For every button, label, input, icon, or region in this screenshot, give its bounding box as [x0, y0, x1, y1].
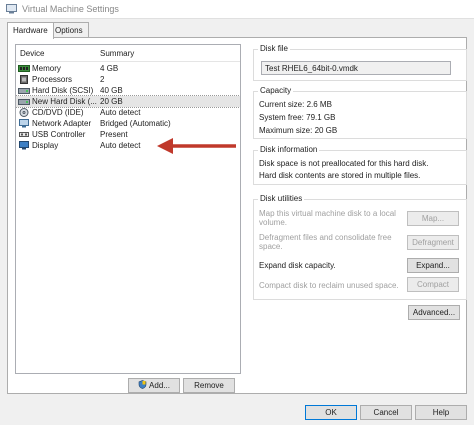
- disk-info-line-1: Disk space is not preallocated for this …: [259, 159, 429, 168]
- add-device-label: Add...: [149, 381, 170, 390]
- disk-information-label: Disk information: [258, 145, 320, 154]
- device-summary: Present: [100, 130, 128, 139]
- device-summary: 4 GB: [100, 64, 119, 73]
- tab-hardware[interactable]: Hardware: [7, 22, 54, 39]
- map-description-line-2: volume.: [259, 218, 288, 227]
- processor-icon: [20, 75, 28, 84]
- memory-icon: [18, 65, 30, 72]
- device-name: Display: [32, 141, 59, 150]
- device-row-processors[interactable]: Processors 2: [16, 74, 240, 85]
- device-name: New Hard Disk (...: [32, 97, 97, 106]
- disk-utilities-group: Disk utilities Map this virtual machine …: [253, 194, 467, 300]
- device-row-network-adapter[interactable]: Network Adapter Bridged (Automatic): [16, 118, 240, 129]
- cancel-button[interactable]: Cancel: [360, 405, 412, 420]
- defragment-button[interactable]: Defragment: [407, 235, 459, 250]
- hard-disk-icon: [18, 99, 30, 105]
- device-row-new-hard-disk[interactable]: New Hard Disk (... 20 GB: [16, 95, 240, 108]
- map-button[interactable]: Map...: [407, 211, 459, 226]
- network-adapter-icon: [19, 119, 29, 128]
- add-device-button[interactable]: Add...: [128, 378, 180, 393]
- system-free-text: System free: 79.1 GB: [259, 113, 336, 122]
- tab-options[interactable]: Options: [49, 22, 89, 38]
- uac-shield-icon: [138, 380, 147, 389]
- defragment-description-line-2: space.: [259, 242, 283, 251]
- display-icon: [19, 141, 29, 150]
- device-name: Memory: [32, 64, 61, 73]
- current-size-text: Current size: 2.6 MB: [259, 100, 332, 109]
- disk-utilities-label: Disk utilities: [258, 194, 305, 203]
- capacity-label: Capacity: [258, 86, 294, 95]
- device-row-hard-disk-scsi[interactable]: Hard Disk (SCSI) 40 GB: [16, 85, 240, 96]
- vmware-settings-icon: [6, 4, 17, 14]
- help-button[interactable]: Help: [415, 405, 467, 420]
- device-summary: 2: [100, 75, 105, 84]
- device-name: USB Controller: [32, 130, 86, 139]
- device-row-cd-dvd[interactable]: CD/DVD (IDE) Auto detect: [16, 107, 240, 118]
- defragment-description: Defragment files and consolidate free: [259, 233, 392, 242]
- device-summary: Auto detect: [100, 141, 141, 150]
- device-row-memory[interactable]: Memory 4 GB: [16, 63, 240, 74]
- device-summary: 20 GB: [100, 97, 123, 106]
- hardware-tab-panel: Device Summary Memory 4 GB Processors 2: [7, 37, 467, 394]
- cd-dvd-icon: [19, 108, 29, 117]
- disk-information-group: Disk information Disk space is not preal…: [253, 145, 467, 185]
- disk-info-line-2: Hard disk contents are stored in multipl…: [259, 171, 421, 180]
- title-bar: Virtual Machine Settings: [0, 0, 474, 19]
- dialog-footer: OK Cancel Help: [0, 396, 474, 425]
- device-list[interactable]: Device Summary Memory 4 GB Processors 2: [15, 44, 241, 374]
- disk-file-field[interactable]: Test RHEL6_64bit-0.vmdk: [261, 61, 451, 75]
- compact-button[interactable]: Compact: [407, 277, 459, 292]
- window-title: Virtual Machine Settings: [22, 4, 119, 14]
- column-header-summary[interactable]: Summary: [100, 49, 134, 58]
- compact-description: Compact disk to reclaim unused space.: [259, 281, 399, 290]
- device-name: Network Adapter: [32, 119, 92, 128]
- disk-file-group: Disk file Test RHEL6_64bit-0.vmdk: [253, 44, 467, 81]
- maximum-size-text: Maximum size: 20 GB: [259, 126, 338, 135]
- ok-button[interactable]: OK: [305, 405, 357, 420]
- disk-file-label: Disk file: [258, 44, 291, 53]
- device-name: Processors: [32, 75, 73, 84]
- device-name: CD/DVD (IDE): [32, 108, 84, 117]
- hard-disk-icon: [18, 88, 30, 94]
- device-summary: Auto detect: [100, 108, 141, 117]
- capacity-group: Capacity Current size: 2.6 MB System fre…: [253, 86, 467, 139]
- device-summary: 40 GB: [100, 86, 123, 95]
- usb-icon: [19, 132, 29, 137]
- map-description: Map this virtual machine disk to a local: [259, 209, 396, 218]
- column-header-device[interactable]: Device: [20, 49, 44, 58]
- red-arrow-annotation: [157, 138, 236, 154]
- device-list-header: Device Summary: [16, 45, 240, 62]
- remove-device-button[interactable]: Remove: [183, 378, 235, 393]
- expand-button[interactable]: Expand...: [407, 258, 459, 273]
- expand-description: Expand disk capacity.: [259, 261, 336, 270]
- advanced-button[interactable]: Advanced...: [408, 305, 460, 320]
- device-name: Hard Disk (SCSI): [32, 86, 94, 95]
- device-summary: Bridged (Automatic): [100, 119, 171, 128]
